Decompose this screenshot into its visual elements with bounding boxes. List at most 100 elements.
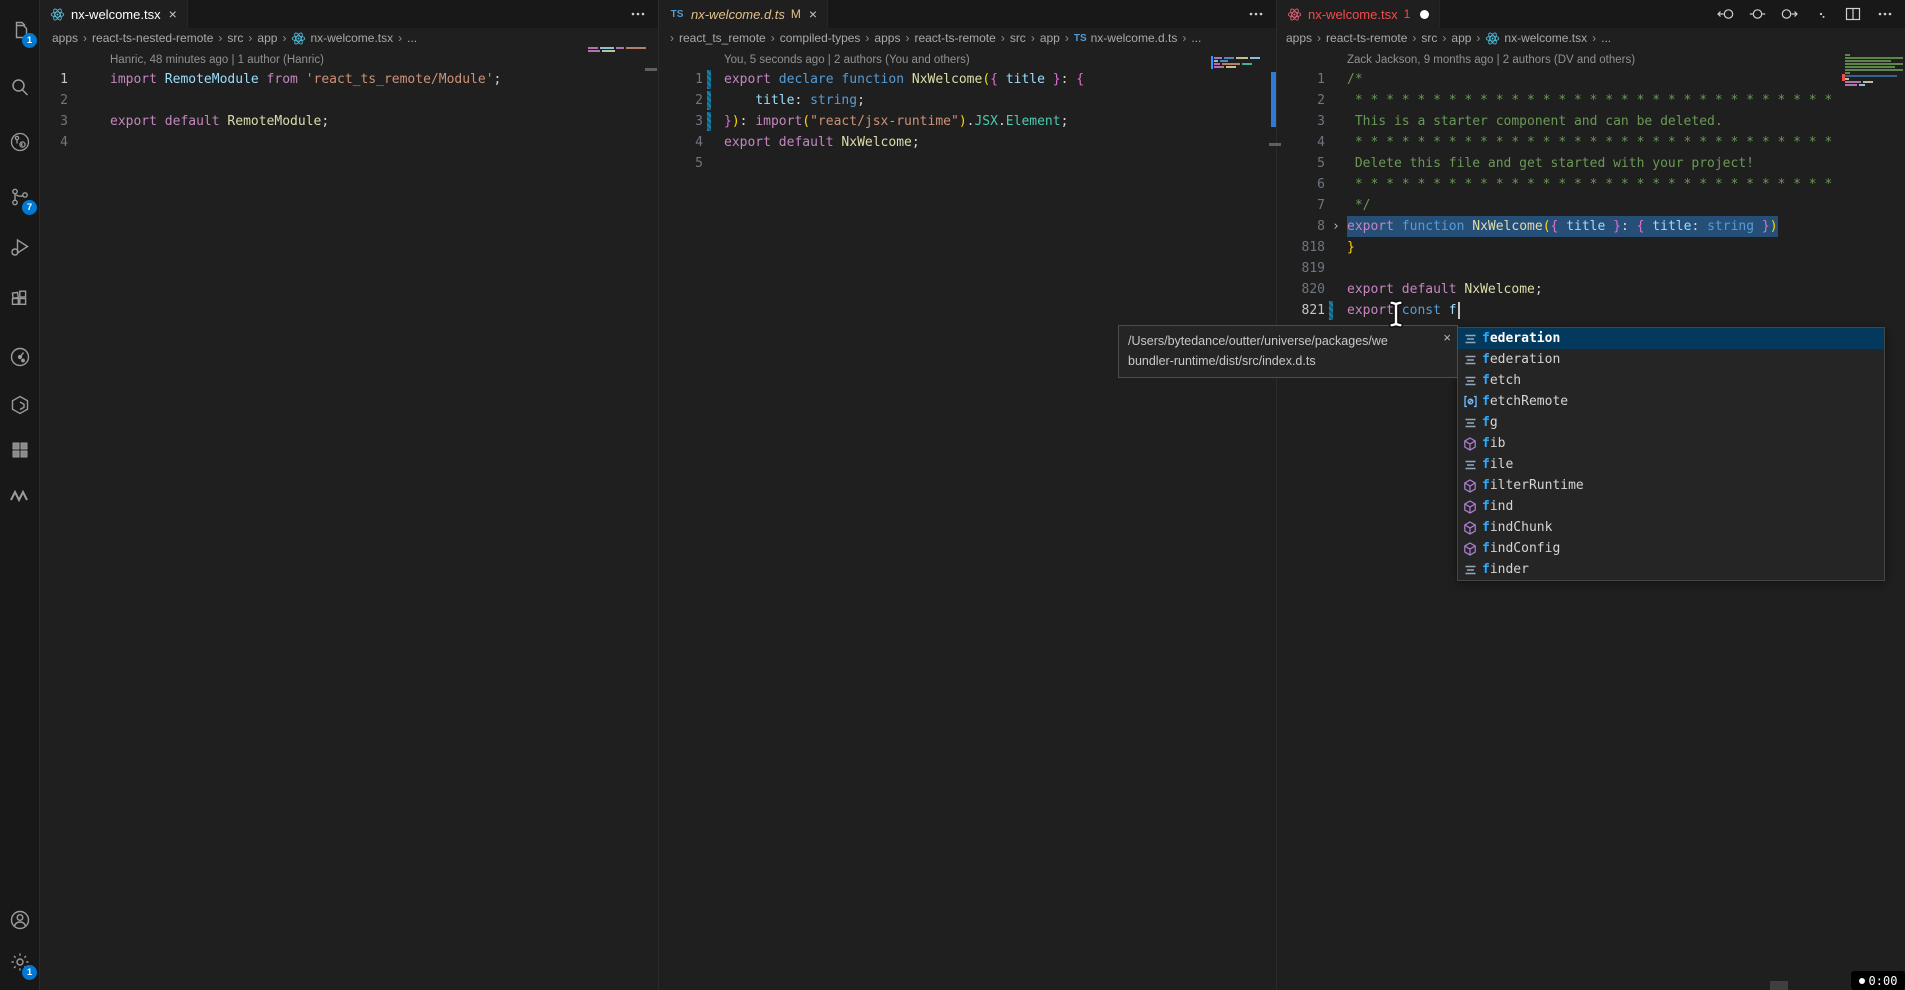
code-line[interactable]: 5 <box>659 153 1276 174</box>
tab-close-icon[interactable]: × <box>169 6 177 22</box>
code-line[interactable]: 3export default RemoteModule; <box>40 111 658 132</box>
more-icon[interactable] <box>1875 4 1895 24</box>
activity-bar-item-accounts[interactable] <box>0 904 40 936</box>
symbol-lines-icon <box>1458 459 1482 471</box>
breadcrumb-item[interactable]: apps <box>874 31 900 45</box>
code-line[interactable]: 1import RemoteModule from 'react_ts_remo… <box>40 69 658 90</box>
code-line[interactable]: 7 */ <box>1277 195 1905 216</box>
activity-bar-item-extensions[interactable] <box>0 283 40 315</box>
breadcrumb: ›react_ts_remote›compiled-types›apps›rea… <box>659 28 1276 48</box>
activity-bar-item-remote[interactable] <box>0 126 40 158</box>
breadcrumb-item[interactable]: src <box>1421 31 1437 45</box>
suggestion-item[interactable]: find <box>1458 496 1884 517</box>
breadcrumb-item[interactable]: nx-welcome.tsx <box>291 31 393 46</box>
breadcrumb-item[interactable]: react-ts-remote <box>914 31 995 45</box>
breadcrumb-item[interactable]: compiled-types <box>780 31 861 45</box>
activity-bar-item-run-debug[interactable] <box>0 231 40 263</box>
next-change-icon[interactable] <box>1779 4 1799 24</box>
code-line[interactable]: 820export default NxWelcome; <box>1277 279 1905 300</box>
activity-bar-item-box[interactable] <box>0 389 40 421</box>
tab-nx-welcome.d.ts[interactable]: TSnx-welcome.d.tsM× <box>659 0 828 28</box>
code-line[interactable]: 2 title: string; <box>659 90 1276 111</box>
suggestion-item[interactable]: federation <box>1458 349 1884 370</box>
breadcrumb-item[interactable]: apps <box>1286 31 1312 45</box>
activity-bar-item-waves[interactable] <box>0 480 40 512</box>
breadcrumb-separator: › <box>1317 31 1321 45</box>
suggestion-item[interactable]: finder <box>1458 559 1884 580</box>
breadcrumb-item[interactable]: app <box>1040 31 1060 45</box>
suggestion-item[interactable]: fib <box>1458 433 1884 454</box>
minimap[interactable] <box>1214 57 1260 69</box>
prev-change-icon[interactable] <box>1715 4 1735 24</box>
more-icon[interactable] <box>1246 4 1266 24</box>
suggestion-item[interactable]: fetch <box>1458 370 1884 391</box>
editor-content[interactable]: Hanric, 48 minutes ago | 1 author (Hanri… <box>40 48 658 153</box>
tab-close-icon[interactable]: × <box>809 6 817 22</box>
breadcrumb-item[interactable]: nx-welcome.tsx <box>1485 31 1587 46</box>
code-line[interactable]: 8›export function NxWelcome({ title }: {… <box>1277 216 1905 237</box>
code-line[interactable]: 4 <box>40 132 658 153</box>
breadcrumb-item[interactable]: app <box>257 31 277 45</box>
codelens-annotation[interactable]: You, 5 seconds ago | 2 authors (You and … <box>659 51 1276 69</box>
code-line[interactable]: 4 export default NxWelcome; <box>659 132 1276 153</box>
code-line[interactable]: 818} <box>1277 237 1905 258</box>
code-line[interactable]: 821export const f <box>1277 300 1905 321</box>
fold-chevron-icon[interactable]: › <box>1332 216 1340 237</box>
code-line[interactable]: 4 * * * * * * * * * * * * * * * * * * * … <box>1277 132 1905 153</box>
suggestion-item[interactable]: fg <box>1458 412 1884 433</box>
breadcrumb-item[interactable]: ... <box>1191 31 1201 45</box>
breadcrumb-item[interactable]: ... <box>407 31 417 45</box>
breadcrumb-item[interactable]: TSnx-welcome.d.ts <box>1074 31 1177 45</box>
code-line[interactable]: 6 * * * * * * * * * * * * * * * * * * * … <box>1277 174 1905 195</box>
suggestion-item[interactable]: filterRuntime <box>1458 475 1884 496</box>
line-number: 4 <box>659 132 703 153</box>
code-line[interactable]: 5 Delete this file and get started with … <box>1277 153 1905 174</box>
code-line[interactable]: 819 <box>1277 258 1905 279</box>
changes-icon[interactable] <box>1747 4 1767 24</box>
activity-bar-item-grid[interactable] <box>0 434 40 466</box>
codelens-annotation[interactable]: Hanric, 48 minutes ago | 1 author (Hanri… <box>40 51 658 69</box>
activity-bar-item-search[interactable] <box>0 71 40 103</box>
code-text: export default NxWelcome; <box>724 132 920 153</box>
breadcrumb-item[interactable]: src <box>1010 31 1026 45</box>
codelens-annotation[interactable]: Zack Jackson, 9 months ago | 2 authors (… <box>1277 51 1905 69</box>
suggestion-item[interactable]: file <box>1458 454 1884 475</box>
breadcrumb-item[interactable]: ... <box>1601 31 1611 45</box>
code-line[interactable]: 3 This is a starter component and can be… <box>1277 111 1905 132</box>
minimap[interactable] <box>588 47 646 53</box>
overview-ruler-decoration <box>1770 981 1788 990</box>
breadcrumb-label: compiled-types <box>780 31 861 45</box>
breadcrumb-item[interactable]: react-ts-remote <box>1326 31 1407 45</box>
code-line[interactable]: 2 * * * * * * * * * * * * * * * * * * * … <box>1277 90 1905 111</box>
tab-nx-welcome.tsx[interactable]: nx-welcome.tsx1 <box>1277 0 1440 28</box>
code-line[interactable]: 2 <box>40 90 658 111</box>
suggestion-item[interactable]: findConfig <box>1458 538 1884 559</box>
activity-bar-item-settings[interactable]: 1 <box>0 946 40 978</box>
suggestion-item[interactable]: fetchRemote <box>1458 391 1884 412</box>
activity-bar-item-explorer[interactable]: 1 <box>0 14 40 46</box>
breadcrumb-item[interactable]: react_ts_remote <box>679 31 766 45</box>
tab-label: nx-welcome.d.ts <box>691 7 785 22</box>
more-icon[interactable] <box>628 4 648 24</box>
breadcrumb-item[interactable]: app <box>1451 31 1471 45</box>
breadcrumb-item[interactable]: react-ts-nested-remote <box>92 31 213 45</box>
react-icon <box>291 31 306 46</box>
tooltip-close-icon[interactable]: × <box>1443 330 1451 345</box>
code-line[interactable]: 1/* <box>1277 69 1905 90</box>
suggestion-item[interactable]: federation <box>1458 328 1884 349</box>
activity-bar-item-source-control[interactable]: 7 <box>0 181 40 213</box>
tab-nx-welcome.tsx[interactable]: nx-welcome.tsx× <box>40 0 188 28</box>
minimap[interactable] <box>1845 54 1903 87</box>
timeline-icon[interactable] <box>1811 4 1831 24</box>
split-icon[interactable] <box>1843 4 1863 24</box>
activity-bar-item-timeline[interactable] <box>0 341 40 373</box>
suggestion-item[interactable]: findChunk <box>1458 517 1884 538</box>
editor-content[interactable]: Zack Jackson, 9 months ago | 2 authors (… <box>1277 48 1905 321</box>
code-line[interactable]: 3}): import("react/jsx-runtime").JSX.Ele… <box>659 111 1276 132</box>
breadcrumb-separator: › <box>248 31 252 45</box>
breadcrumb-item[interactable]: apps <box>52 31 78 45</box>
code-line[interactable]: 1export declare function NxWelcome({ tit… <box>659 69 1276 90</box>
editor-content[interactable]: You, 5 seconds ago | 2 authors (You and … <box>659 48 1276 174</box>
breadcrumb-item[interactable]: src <box>227 31 243 45</box>
tab-bar: nx-welcome.tsx× <box>40 0 658 28</box>
